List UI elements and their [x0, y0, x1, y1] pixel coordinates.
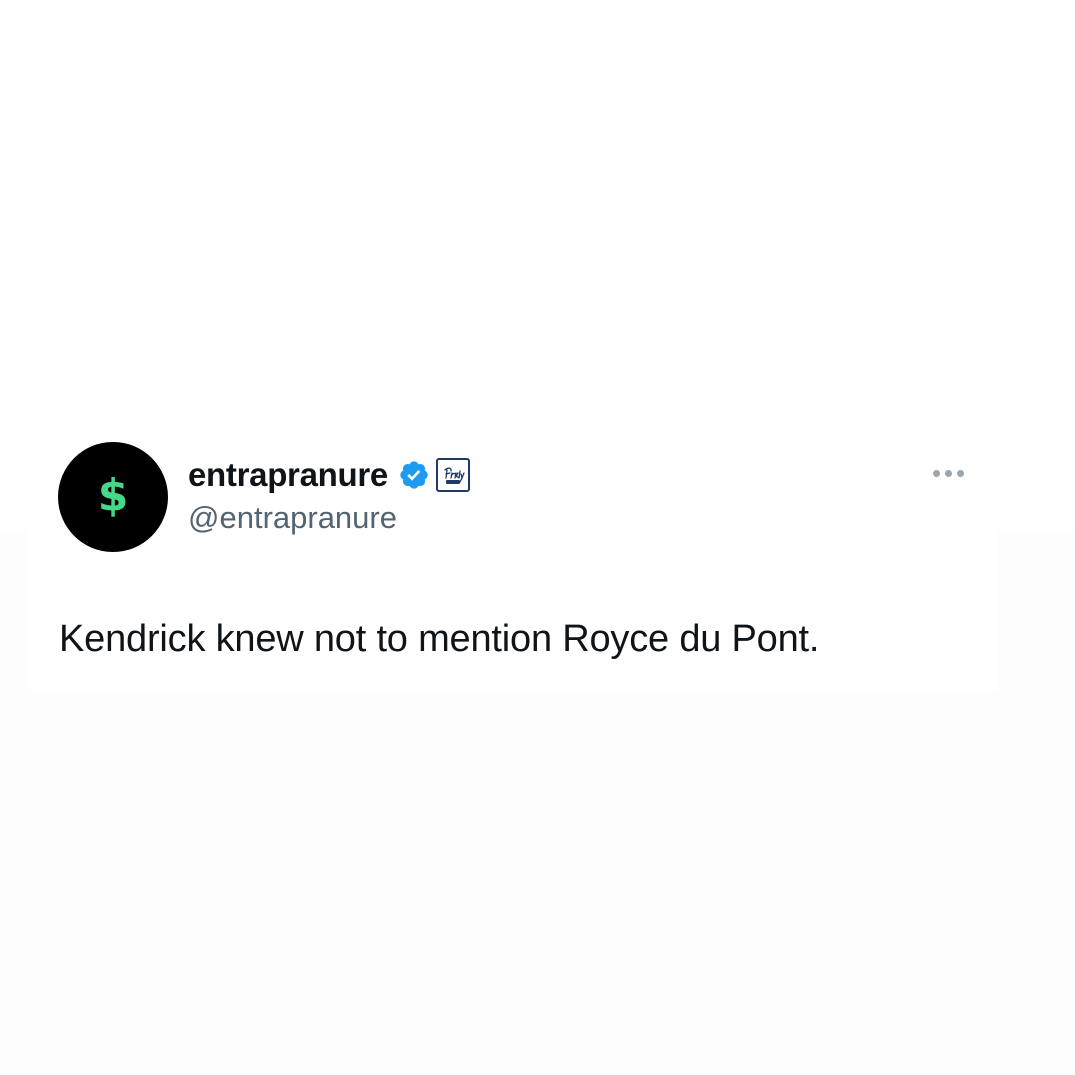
- more-options-button[interactable]: [923, 461, 973, 485]
- display-name[interactable]: entrapranure: [188, 456, 388, 494]
- avatar[interactable]: $: [58, 442, 168, 552]
- verified-badge-icon[interactable]: [398, 459, 430, 491]
- more-options-icon-dot: [956, 469, 964, 477]
- tweet-text: Kendrick knew not to mention Royce du Po…: [59, 618, 820, 660]
- author-handle[interactable]: @entrapranure: [188, 500, 397, 536]
- author-name-row: entrapranure: [188, 455, 470, 495]
- more-options-icon-dot: [944, 469, 952, 477]
- tweet-card: $ entrapranure @entrapranure Kendrick kn…: [28, 425, 998, 690]
- dollar-sign-icon: $: [97, 470, 129, 521]
- friday-beers-badge-icon[interactable]: [435, 458, 470, 492]
- more-options-icon: [932, 469, 940, 477]
